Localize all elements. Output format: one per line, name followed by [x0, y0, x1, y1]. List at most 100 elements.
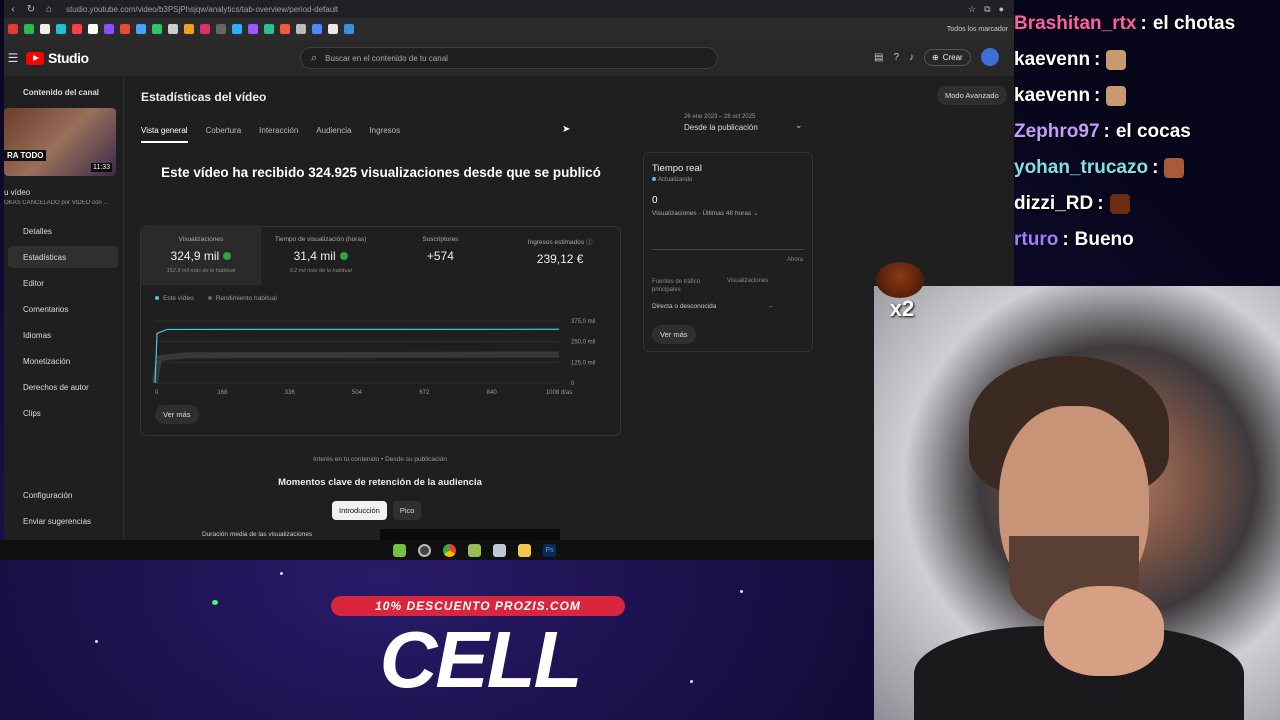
bookmark-icon[interactable] [200, 24, 210, 34]
advanced-mode-button[interactable]: Modo Avanzado [937, 86, 1007, 105]
extension-icon[interactable]: ⧉ [984, 4, 990, 15]
avatar[interactable] [980, 48, 999, 66]
tab-overview[interactable]: Vista general [141, 126, 188, 143]
bookmark-icon[interactable] [40, 24, 50, 34]
bell-icon[interactable]: ♪ [909, 52, 914, 63]
sidebar-item-languages[interactable]: Idiomas [8, 324, 118, 346]
bookmarks-folder-label[interactable]: Todos los marcador [947, 26, 1008, 33]
sidebar: Contenido del canal RA TODO 11:33 u víde… [4, 76, 124, 540]
date-range-selector[interactable]: 26 ene 2023 – 28 oct 2025 Desde la publi… [684, 114, 758, 132]
studio-logo[interactable]: Studio [26, 50, 89, 66]
bookmark-icon[interactable] [136, 24, 146, 34]
chat-emote-icon [1109, 194, 1130, 214]
bookmark-icon[interactable] [72, 24, 82, 34]
sidebar-item-comments[interactable]: Comentarios [8, 298, 118, 320]
bookmark-icon[interactable] [8, 24, 18, 34]
taskbar-app-icon[interactable] [418, 543, 431, 557]
info-icon[interactable]: ⓘ [586, 239, 593, 246]
emote-icon [876, 262, 924, 298]
folder-icon[interactable] [518, 543, 531, 557]
bookmark-icon[interactable] [24, 24, 34, 34]
video-thumbnail[interactable]: RA TODO 11:33 [4, 108, 116, 176]
tab-revenue[interactable]: Ingresos [369, 126, 400, 143]
captions-icon[interactable]: ▤ [874, 52, 883, 63]
tab-engagement[interactable]: Interacción [259, 126, 298, 143]
sidebar-item-analytics[interactable]: Estadísticas [8, 246, 118, 268]
metric-label: Visualizaciones [178, 236, 224, 243]
sidebar-item-monetization[interactable]: Monetización [8, 350, 118, 372]
home-icon[interactable]: ⌂ [40, 4, 58, 15]
bookmark-icon[interactable] [312, 24, 322, 34]
profile-icon[interactable]: ● [999, 4, 1004, 15]
bookmark-icon[interactable] [184, 24, 194, 34]
metric-value: 239,12 € [536, 252, 584, 266]
taskbar-app-icon[interactable] [493, 543, 506, 557]
metric-views[interactable]: Visualizaciones 324,9 mil 152,9 mil más … [141, 227, 261, 285]
create-button[interactable]: ⊕ Crear [924, 48, 971, 66]
realtime-subtitle-dropdown[interactable]: Visualizaciones · Últimas 48 horas ⌄ [652, 209, 759, 217]
metric-watch-time[interactable]: Tiempo de visualización (horas) 31,4 mil… [261, 227, 381, 285]
see-more-button[interactable]: Ver más [155, 405, 199, 424]
chevron-down-icon[interactable]: ⌄ [795, 120, 803, 131]
menu-icon[interactable]: ☰ [4, 51, 22, 65]
chat-username[interactable]: kaevenn [1014, 85, 1090, 107]
chat-emote-icon [1164, 158, 1185, 178]
chat-username[interactable]: yohan_trucazo [1014, 157, 1148, 179]
metric-revenue[interactable]: Ingresos estimados ⓘ 239,12 € [500, 227, 620, 285]
bookmark-icon[interactable] [120, 24, 130, 34]
bookmark-icon[interactable] [296, 24, 306, 34]
photoshop-icon[interactable]: Ps [543, 543, 556, 557]
pill-peak[interactable]: Pico [392, 501, 422, 520]
bookmark-icon[interactable] [232, 24, 242, 34]
bookmark-icon[interactable] [104, 24, 114, 34]
bookmark-icon[interactable] [152, 24, 162, 34]
sidebar-item-settings[interactable]: Configuración [8, 484, 118, 506]
sidebar-item-editor[interactable]: Editor [8, 272, 118, 294]
chat-message: yohan_trucazo: [1014, 150, 1280, 186]
reload-icon[interactable]: ↻ [22, 4, 40, 15]
taskbar-app-icon[interactable] [393, 543, 406, 557]
bookmark-icon[interactable] [168, 24, 178, 34]
views-chart[interactable]: 0 125,0 mil 250,0 mil 375,0 mil 0 168 336 504 67… [149, 307, 609, 407]
back-icon[interactable]: ‹ [4, 4, 22, 15]
mouse-cursor-icon: ➤ [562, 124, 571, 135]
bookmark-icon[interactable] [264, 24, 274, 34]
back-to-content-link[interactable]: Contenido del canal [23, 88, 123, 97]
chat-username[interactable]: kaevenn [1014, 49, 1090, 71]
taskbar-app-icon[interactable] [468, 543, 481, 557]
url-text[interactable]: studio.youtube.com/video/b3PSjPhsjqw/ana… [66, 5, 338, 14]
chat-message: Zephro97: el cocas [1014, 114, 1280, 150]
bookmarks-bar: Todos los marcador [4, 18, 1014, 40]
bookmark-icon[interactable] [216, 24, 226, 34]
sidebar-item-copyright[interactable]: Derechos de autor [8, 376, 118, 398]
chrome-icon[interactable] [443, 543, 456, 557]
bookmark-icon[interactable] [248, 24, 258, 34]
tab-audience[interactable]: Audiencia [316, 126, 351, 143]
realtime-see-more-button[interactable]: Ver más [652, 325, 696, 344]
pill-intro[interactable]: Introducción [332, 501, 387, 520]
metric-subscribers[interactable]: Suscriptores +574 [381, 227, 501, 285]
realtime-chart-baseline [652, 249, 804, 250]
sidebar-item-feedback[interactable]: Enviar sugerencias [8, 510, 118, 532]
sponsor-banner-text: CELL [379, 615, 583, 704]
help-icon[interactable]: ? [893, 52, 899, 63]
bookmark-icon[interactable] [56, 24, 66, 34]
series-line[interactable] [152, 351, 560, 384]
chat-username[interactable]: Zephro97 [1014, 121, 1100, 143]
search-input[interactable] [325, 53, 686, 63]
realtime-status: Actualizando [658, 177, 693, 183]
bookmark-icon[interactable] [328, 24, 338, 34]
sidebar-item-details[interactable]: Detalles [8, 220, 118, 242]
chat-username[interactable]: rturo [1014, 229, 1058, 251]
chat-username[interactable]: dizzi_RD [1014, 193, 1093, 215]
realtime-card: Tiempo real Actualizando 0 Visualizacion… [643, 152, 813, 352]
sidebar-item-clips[interactable]: Clips [8, 402, 118, 424]
bookmark-icon[interactable] [344, 24, 354, 34]
chat-separator: : [1094, 49, 1101, 70]
star-icon[interactable]: ☆ [968, 4, 976, 15]
search-box[interactable]: ⌕ [300, 47, 718, 69]
chat-username[interactable]: Brashitan_rtx [1014, 13, 1137, 35]
bookmark-icon[interactable] [88, 24, 98, 34]
bookmark-icon[interactable] [280, 24, 290, 34]
tab-reach[interactable]: Cobertura [206, 126, 242, 143]
